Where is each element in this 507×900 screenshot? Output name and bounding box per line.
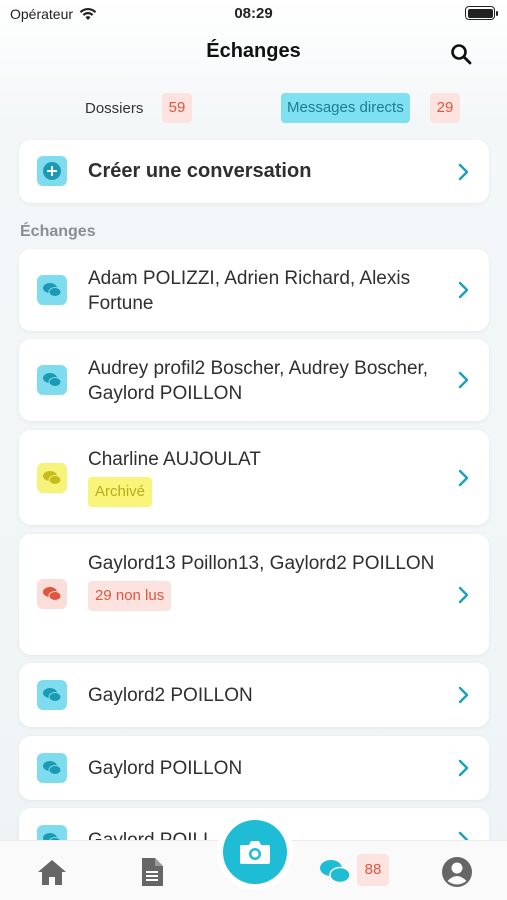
conversation-title: Adam POLIZZI, Adrien Richard, Alexis For… <box>88 268 411 314</box>
add-icon <box>37 156 67 186</box>
chevron-right-icon <box>458 586 469 604</box>
tab-messages[interactable] <box>318 855 352 889</box>
conversation-row[interactable]: Gaylord2 POILLON <box>19 663 489 727</box>
chevron-right-icon <box>458 281 469 299</box>
home-icon <box>38 860 66 885</box>
chat-bubbles-icon <box>37 680 67 710</box>
chat-bubbles-icon <box>37 579 67 609</box>
conversation-row[interactable]: Gaylord POILLON <box>19 736 489 800</box>
clock: 08:29 <box>234 5 273 22</box>
battery-icon <box>465 6 498 20</box>
conversation-row[interactable]: Audrey profil2 Boscher, Audrey Boscher, … <box>19 339 489 421</box>
segment-control: Dossiers 59 Messages directs 29 <box>0 93 507 123</box>
user-icon <box>442 857 472 887</box>
search-icon <box>451 44 472 65</box>
camera-icon <box>240 841 270 864</box>
conversation-title: Gaylord2 POILLON <box>88 685 253 706</box>
tab-home[interactable] <box>35 855 69 889</box>
chevron-right-icon <box>458 163 469 181</box>
chevron-right-icon <box>458 686 469 704</box>
conversation-title: Gaylord POILLON <box>88 758 243 779</box>
chevron-right-icon <box>458 371 469 389</box>
create-conversation-label: Créer une conversation <box>88 160 312 182</box>
chevron-right-icon <box>458 759 469 777</box>
archived-badge: Archivé <box>88 477 153 507</box>
camera-button[interactable] <box>223 820 287 884</box>
folders-count-badge: 59 <box>162 93 192 123</box>
conversation-title: Charline AUJOULAT <box>88 449 261 470</box>
conversation-title: Audrey profil2 Boscher, Audrey Boscher, … <box>88 358 429 404</box>
conversation-row[interactable]: Adam POLIZZI, Adrien Richard, Alexis For… <box>19 249 489 331</box>
tab-profile[interactable] <box>440 855 474 889</box>
chevron-right-icon <box>458 469 469 487</box>
section-title: Échanges <box>20 223 96 240</box>
unread-badge: 29 non lus <box>88 581 172 611</box>
conversation-row[interactable]: Charline AUJOULAT Archivé <box>19 430 489 525</box>
direct-count-badge: 29 <box>430 93 460 123</box>
tab-documents[interactable] <box>135 855 169 889</box>
chat-bubbles-icon <box>37 753 67 783</box>
document-icon <box>142 858 163 886</box>
tab-folders[interactable]: Dossiers <box>85 100 143 117</box>
search-button[interactable] <box>449 42 473 66</box>
chat-bubbles-icon <box>37 463 67 493</box>
chat-bubbles-icon <box>320 860 351 884</box>
chat-bubbles-icon <box>37 275 67 305</box>
page-title: Échanges <box>206 40 301 62</box>
status-bar: Opérateur 08:29 <box>0 0 507 30</box>
conversation-title: Gaylord13 Poillon13, Gaylord2 POILLON <box>88 553 435 574</box>
create-conversation-button[interactable]: Créer une conversation <box>19 140 489 203</box>
tab-direct-messages[interactable]: Messages directs <box>281 93 410 123</box>
conversation-row[interactable]: Gaylord13 Poillon13, Gaylord2 POILLON 29… <box>19 534 489 655</box>
chat-bubbles-icon <box>37 365 67 395</box>
messages-count-badge: 88 <box>357 854 389 886</box>
